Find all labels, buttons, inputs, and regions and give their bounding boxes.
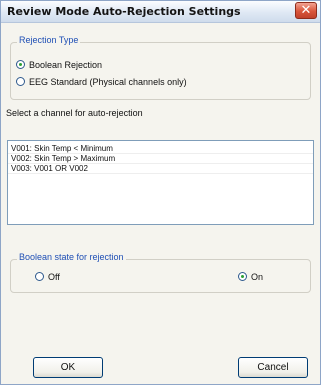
radio-button-selected[interactable]	[238, 272, 247, 281]
boolean-state-legend: Boolean state for rejection	[17, 252, 126, 262]
close-icon: ✕	[300, 3, 312, 18]
radio-label: EEG Standard (Physical channels only)	[29, 76, 187, 87]
radio-boolean-rejection[interactable]: Boolean Rejection	[16, 58, 102, 71]
list-item[interactable]: V003: V001 OR V002	[8, 164, 313, 174]
channel-select-prompt: Select a channel for auto-rejection	[6, 108, 143, 118]
boolean-state-group: Boolean state for rejection Off On	[10, 252, 311, 293]
title-bar[interactable]: Review Mode Auto-Rejection Settings ✕	[1, 1, 320, 23]
radio-button[interactable]	[35, 272, 44, 281]
dialog-title: Review Mode Auto-Rejection Settings	[7, 5, 241, 18]
radio-label: Off	[48, 271, 60, 282]
rejection-type-legend: Rejection Type	[17, 35, 81, 45]
list-item[interactable]: V002: Skin Temp > Maximum	[8, 154, 313, 164]
radio-eeg-standard[interactable]: EEG Standard (Physical channels only)	[16, 75, 187, 88]
ok-button[interactable]: OK	[33, 357, 103, 378]
radio-button[interactable]	[16, 77, 25, 86]
cancel-button[interactable]: Cancel	[238, 357, 308, 378]
close-button[interactable]: ✕	[295, 2, 317, 19]
radio-label: On	[251, 271, 264, 282]
radio-label: Boolean Rejection	[29, 59, 103, 70]
radio-button-selected[interactable]	[16, 60, 25, 69]
channel-listbox[interactable]: V001: Skin Temp < Minimum V002: Skin Tem…	[7, 140, 314, 225]
radio-state-on[interactable]: On	[238, 270, 263, 283]
rejection-type-group: Rejection Type Boolean Rejection EEG Sta…	[10, 35, 311, 100]
list-item[interactable]: V001: Skin Temp < Minimum	[8, 144, 313, 154]
radio-state-off[interactable]: Off	[35, 270, 60, 283]
dialog-window: Review Mode Auto-Rejection Settings ✕ Re…	[0, 0, 321, 385]
